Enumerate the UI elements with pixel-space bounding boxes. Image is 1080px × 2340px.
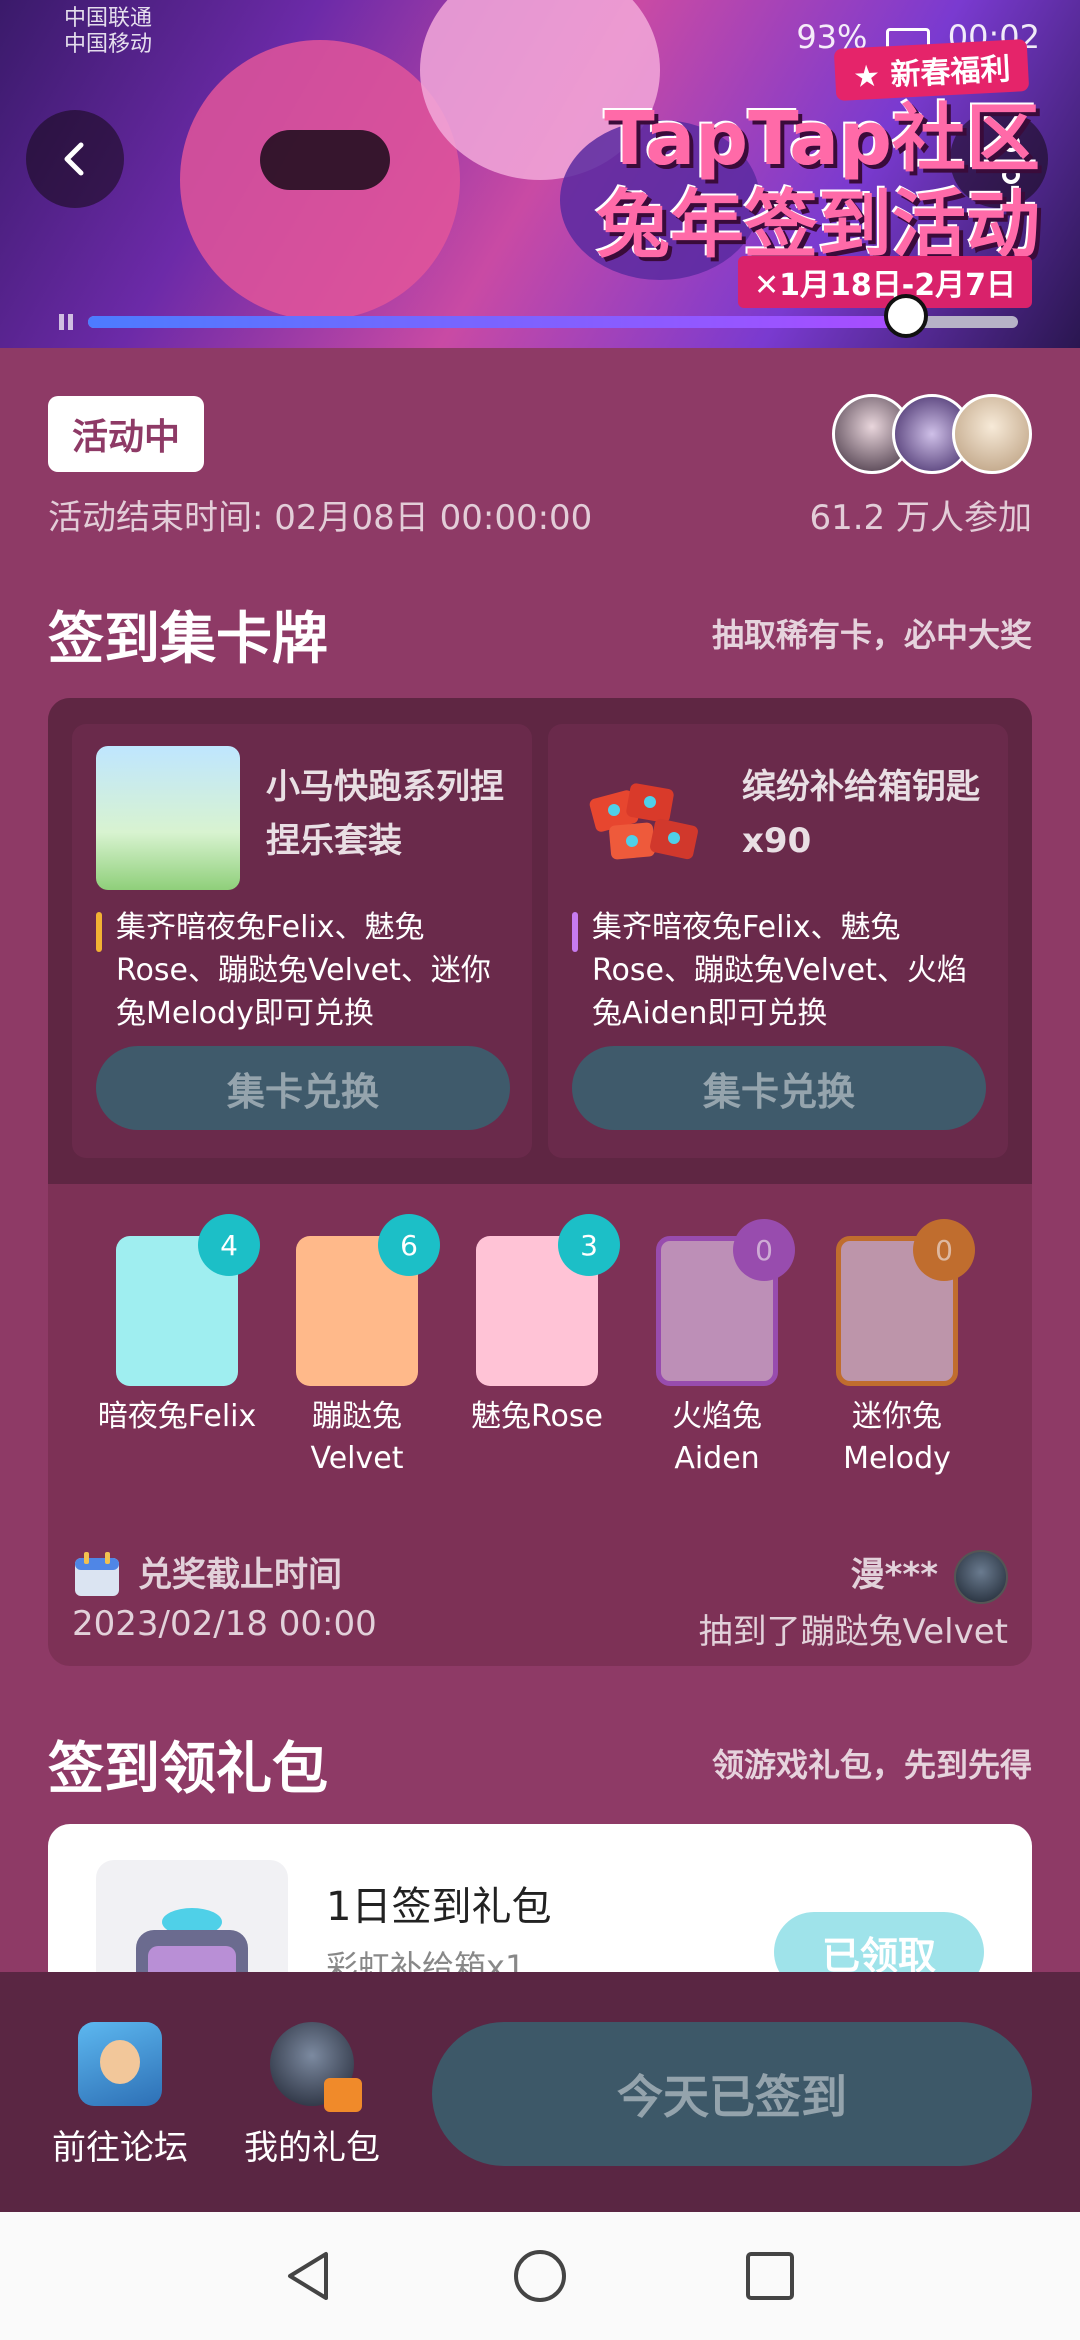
spring-tag: ★ 新春福利: [833, 38, 1030, 102]
participant-avatars[interactable]: [832, 394, 1032, 474]
reward-accent-bar: [572, 912, 578, 952]
character-label: 火焰兔 Aiden: [672, 1399, 762, 1476]
event-banner: 中国联通 中国移动 93% 00:02 ★ 新春福利 TapTap社区 兔年签到…: [0, 0, 1080, 348]
latest-winner: 漫*** 抽到了蹦跶兔Velvet: [699, 1550, 1008, 1653]
carrier-1: 中国联通: [64, 6, 153, 31]
gift-box-icon: [324, 2078, 362, 2112]
deadline-date: 2023/02/18 00:00: [72, 1604, 377, 1644]
my-gifts-icon: [270, 2022, 362, 2112]
nav-home-button[interactable]: [504, 2240, 576, 2312]
supply-box-icon: [589, 783, 698, 860]
card-collection-panel: 小马快跑系列捏捏乐套装 集齐暗夜兔Felix、魅兔Rose、蹦跶兔Velvet、…: [48, 698, 1032, 1666]
exchange-button[interactable]: 集卡兑换: [572, 1046, 986, 1130]
exchange-button[interactable]: 集卡兑换: [96, 1046, 510, 1130]
reward-name: 缤纷补给箱钥匙x90: [742, 767, 980, 861]
winner-text: 抽到了蹦跶兔Velvet: [698, 1612, 1008, 1652]
character-image: 6: [296, 1214, 440, 1386]
nav-back-button[interactable]: [274, 2240, 346, 2312]
carrier-2: 中国移动: [64, 32, 153, 57]
signed-in-button[interactable]: 今天已签到: [432, 2022, 1032, 2166]
card-count-badge: 0: [733, 1219, 795, 1281]
character-card-aiden[interactable]: 0 火焰兔 Aiden: [627, 1214, 807, 1480]
character-card-velvet[interactable]: 6 蹦跶兔 Velvet: [267, 1214, 447, 1480]
participant-count: 61.2 万人参加: [809, 498, 1032, 538]
card-count-badge: 6: [378, 1214, 440, 1276]
deadline-title: 兑奖截止时间: [138, 1555, 342, 1595]
reward-card: 小马快跑系列捏捏乐套装 集齐暗夜兔Felix、魅兔Rose、蹦跶兔Velvet、…: [72, 724, 532, 1158]
back-button[interactable]: [26, 110, 124, 208]
character-image: 3: [476, 1214, 620, 1386]
avatar: [952, 394, 1032, 474]
banner-date: ✕1月18日-2月7日: [738, 256, 1032, 308]
status-row: 活动中: [48, 396, 205, 472]
triangle-back-icon: [288, 2252, 328, 2300]
status-bar-carriers: 中国联通 中国移动: [64, 6, 152, 58]
gift-section-subtitle: 领游戏礼包，先到先得: [711, 1746, 1032, 1784]
system-navigation-bar: [0, 2212, 1080, 2340]
forum-icon-face: [100, 2040, 140, 2084]
reward-description: 集齐暗夜兔Felix、魅兔Rose、蹦跶兔Velvet、迷你兔Melody即可兑…: [116, 910, 491, 1031]
circle-home-icon: [514, 2250, 566, 2302]
character-label: 迷你兔 Melody: [843, 1399, 951, 1476]
character-image: 0: [836, 1219, 975, 1386]
end-time: 活动结束时间: 02月08日 00:00:00: [48, 498, 593, 538]
character-card-list: 4 暗夜兔Felix 6 蹦跶兔 Velvet 3 魅兔Rose 0 火焰兔 A…: [48, 1214, 1032, 1476]
sunglasses-art: [260, 130, 390, 190]
reward-area: 小马快跑系列捏捏乐套装 集齐暗夜兔Felix、魅兔Rose、蹦跶兔Velvet、…: [48, 698, 1032, 1184]
character-label: 魅兔Rose: [471, 1399, 603, 1434]
character-card-melody[interactable]: 0 迷你兔 Melody: [807, 1214, 987, 1480]
reward-thumbnail: [96, 746, 240, 890]
card-section-title: 签到集卡牌: [48, 607, 328, 672]
my-gifts-button[interactable]: 我的礼包: [232, 2022, 392, 2169]
banner-title-line1: TapTap社区: [604, 96, 1040, 182]
square-recents-icon: [746, 2252, 794, 2300]
winner-avatar: [954, 1550, 1008, 1604]
reward-card: 缤纷补给箱钥匙x90 集齐暗夜兔Felix、魅兔Rose、蹦跶兔Velvet、火…: [548, 724, 1008, 1158]
character-card-rose[interactable]: 3 魅兔Rose: [447, 1214, 627, 1438]
bottom-action-bar: 前往论坛 我的礼包 今天已签到: [0, 1972, 1080, 2212]
status-badge: 活动中: [48, 396, 205, 472]
card-section-subtitle: 抽取稀有卡，必中大奖: [711, 616, 1032, 654]
nav-recents-button[interactable]: [734, 2240, 806, 2312]
character-label: 蹦跶兔 Velvet: [310, 1399, 404, 1476]
gift-name: 1日签到礼包: [326, 1884, 552, 1930]
pause-icon[interactable]: [56, 312, 76, 332]
progress-knob[interactable]: [884, 294, 929, 338]
banner-progress[interactable]: [88, 294, 1018, 338]
reward-description: 集齐暗夜兔Felix、魅兔Rose、蹦跶兔Velvet、火焰兔Aiden即可兑换: [592, 910, 967, 1031]
forum-label: 前往论坛: [52, 2128, 188, 2168]
banner-progress-fill: [88, 316, 907, 328]
forum-icon: [78, 2022, 162, 2106]
banner-title: TapTap社区 兔年签到活动: [596, 96, 1040, 268]
gift-section-title: 签到领礼包: [48, 1737, 328, 1802]
character-image: 0: [656, 1219, 795, 1386]
forum-button[interactable]: 前往论坛: [40, 2022, 200, 2169]
character-label: 暗夜兔Felix: [97, 1399, 257, 1434]
reward-name: 小马快跑系列捏捏乐套装: [266, 767, 504, 861]
my-gifts-label: 我的礼包: [244, 2128, 380, 2168]
reward-thumbnail: [572, 746, 716, 890]
spring-tag-text: 新春福利: [889, 51, 1011, 94]
card-count-badge: 4: [198, 1214, 260, 1276]
card-count-badge: 3: [558, 1214, 620, 1276]
character-image: 4: [116, 1214, 260, 1386]
chevron-left-icon: [64, 142, 84, 176]
character-card-felix[interactable]: 4 暗夜兔Felix: [87, 1214, 267, 1438]
card-count-badge: 0: [913, 1219, 975, 1281]
reward-accent-bar: [96, 912, 102, 952]
